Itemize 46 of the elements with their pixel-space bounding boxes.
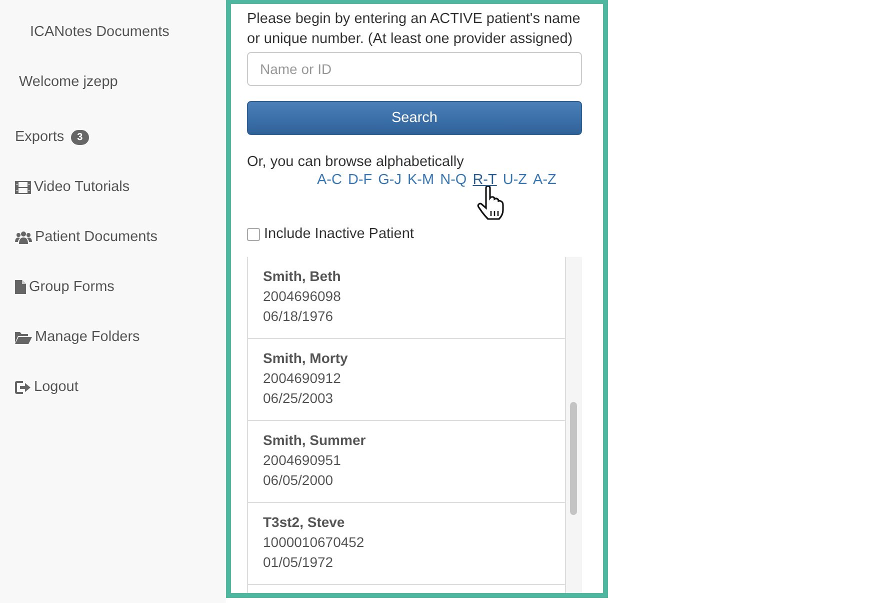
letter-range-link[interactable]: U-Z	[502, 172, 528, 188]
patient-number: 2004696098	[263, 287, 342, 306]
letter-range-link[interactable]: A-Z	[533, 172, 556, 188]
instructions-text: Please begin by entering an ACTIVE patient's name or unique number. (At least one provider assigned)	[247, 10, 582, 49]
patient-row[interactable]: Smith, Beth 2004696098 06/18/1976	[248, 257, 566, 339]
patient-dob: 06/18/1976	[263, 307, 334, 326]
letter-range-link[interactable]: A-C	[317, 172, 342, 188]
patient-number: 2004690951	[263, 451, 342, 470]
patient-dob: 06/05/2000	[263, 471, 334, 490]
patient-number: 1000010670452	[263, 533, 366, 552]
patient-name: T3st2, Steve	[263, 513, 346, 532]
sidebar-item[interactable]: Exports 3	[0, 100, 226, 150]
film-icon	[15, 180, 31, 194]
letter-range-link[interactable]: R-T	[472, 172, 497, 188]
patient-row[interactable]: Smith, Morty 2004690912 06/25/2003	[248, 339, 566, 421]
file-icon	[15, 280, 26, 294]
folder-icon	[15, 330, 32, 344]
patient-number: 2004690912	[263, 369, 342, 388]
checkbox-label[interactable]: Include Inactive Patient	[264, 226, 414, 242]
sidebar-item[interactable]: Manage Folders	[0, 300, 226, 350]
users-icon	[15, 230, 32, 244]
sidebar-item[interactable]: Group Forms	[0, 250, 226, 300]
search-button[interactable]: Search	[247, 101, 582, 135]
app-title: ICANotes Documents	[29, 23, 170, 42]
patient-name: Smith, Morty	[263, 349, 349, 368]
search-field[interactable]: Name or ID	[247, 52, 582, 86]
checkbox[interactable]	[247, 228, 260, 240]
count-badge: 3	[71, 130, 89, 144]
letter-range-link[interactable]: K-M	[408, 172, 434, 188]
scrollbar-thumb[interactable]	[570, 402, 578, 515]
letter-range-link[interactable]: N-Q	[440, 172, 467, 188]
patient-row[interactable]: Smith, Summer 2004690951 06/05/2000	[248, 421, 566, 503]
browse-label: Or, you can browse alphabetically	[247, 154, 465, 170]
sidebar-item[interactable]: Patient Documents	[0, 200, 226, 250]
patient-name: Smith, Beth	[263, 267, 342, 286]
sidebar-item[interactable]: Video Tutorials	[0, 150, 226, 200]
patient-dob: 06/25/2003	[263, 389, 334, 408]
sidebar-item[interactable]: Logout	[0, 350, 226, 400]
patient-name: Smith, Summer	[263, 431, 367, 450]
logout-icon	[15, 380, 31, 394]
welcome-text: Welcome jzepp	[18, 73, 119, 92]
patient-row[interactable]: T3st2, Steve 1000010670452 01/05/1972	[248, 503, 566, 585]
hand-cursor-icon	[476, 186, 505, 220]
letter-range-link[interactable]: G-J	[378, 172, 402, 188]
patient-dob: 01/05/1972	[263, 553, 334, 572]
letter-range-link[interactable]: D-F	[348, 172, 372, 188]
